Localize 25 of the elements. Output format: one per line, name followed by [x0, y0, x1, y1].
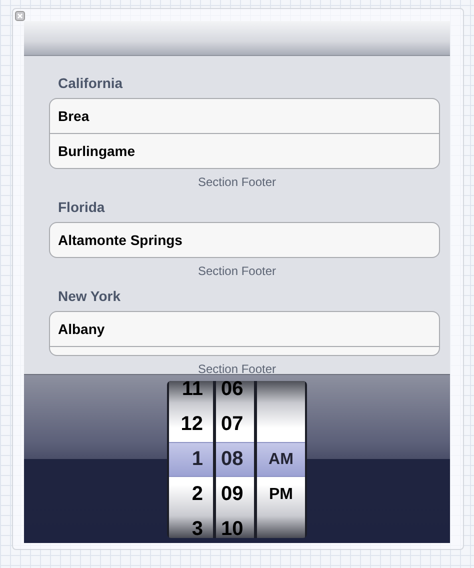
picker-value[interactable]: 1 — [192, 448, 203, 471]
picker-value[interactable]: 12 — [180, 413, 203, 436]
section-header: New York — [57, 287, 121, 306]
picker-wheel[interactable]: AM PM — [257, 381, 305, 538]
close-icon[interactable] — [15, 11, 25, 21]
picker-wheel[interactable]: 11 12 1 2 3 — [169, 381, 213, 538]
picker-value[interactable]: 09 — [221, 483, 244, 506]
section-header: Florida — [57, 198, 105, 217]
picker-value[interactable]: 3 — [192, 518, 203, 538]
picker-value[interactable]: 2 — [192, 483, 203, 506]
picker-value[interactable]: 07 — [221, 413, 244, 436]
picker-wheel[interactable]: 06 07 08 09 10 — [216, 381, 254, 538]
time-picker[interactable]: 11 12 1 2 3 06 07 08 09 10 AM PM — [167, 381, 307, 538]
section-footer: Section Footer — [198, 362, 276, 374]
table-cell[interactable]: Brea — [50, 99, 439, 133]
table-cell[interactable]: Albany — [50, 312, 439, 346]
picker-value[interactable]: 06 — [221, 381, 244, 401]
section-footer: Section Footer — [198, 175, 276, 189]
section-header: California — [57, 74, 123, 93]
picker-value[interactable]: PM — [269, 486, 293, 504]
picker-value[interactable]: 10 — [221, 518, 244, 538]
table-cell[interactable]: Burlingame — [50, 133, 439, 168]
table-cell[interactable]: Altamonte Springs — [50, 223, 439, 257]
section-footer: Section Footer — [198, 264, 276, 278]
picker-value[interactable]: 11 — [182, 381, 203, 401]
